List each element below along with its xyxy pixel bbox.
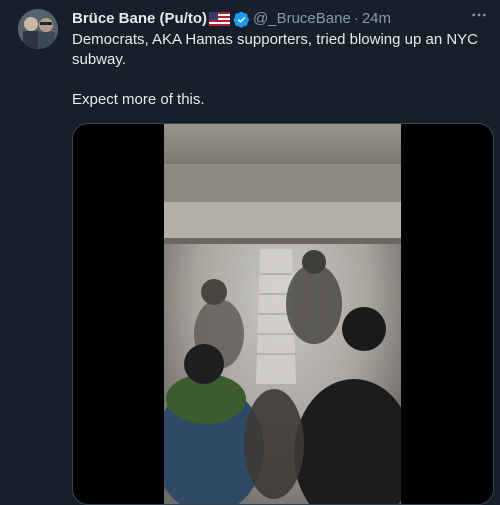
video-frame[interactable]: [164, 124, 401, 504]
tweet-text-line: Democrats, AKA Hamas supporters, tried b…: [72, 31, 479, 68]
more-horizontal-icon: [470, 6, 488, 29]
subway-smoke-video-still: [164, 124, 401, 504]
verified-badge-icon: [233, 11, 250, 28]
tweet-header: Brüce Bane (Pu/to) @_BruceBane · 24m: [72, 10, 391, 28]
tweet-text: Democrats, AKA Hamas supporters, tried b…: [72, 30, 482, 110]
avatar[interactable]: [18, 9, 58, 49]
tweet-media-video[interactable]: [72, 123, 494, 505]
avatar-image: [18, 9, 58, 49]
author-display-name[interactable]: Brüce Bane (Pu/to): [72, 10, 207, 28]
more-options-button[interactable]: [468, 6, 490, 28]
tweet-text-line: Expect more of this.: [72, 91, 205, 108]
tweet-timestamp[interactable]: 24m: [362, 10, 391, 28]
header-separator: ·: [353, 10, 359, 27]
author-handle[interactable]: @_BruceBane: [253, 10, 351, 28]
us-flag-icon: [209, 12, 231, 26]
